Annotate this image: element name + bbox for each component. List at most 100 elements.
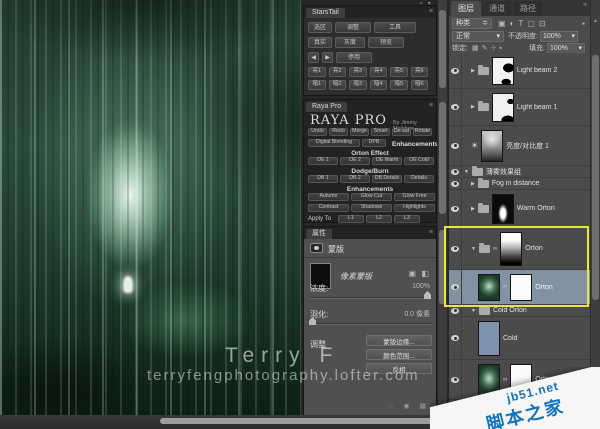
group-mask-thumbnail[interactable]	[491, 92, 514, 122]
lock-pixels-icon[interactable]: ✎	[482, 44, 488, 52]
luminosity-brights-button[interactable]: 亮2	[328, 67, 346, 77]
starstail-button[interactable]: 选区	[308, 22, 332, 33]
density-value[interactable]: 100%	[412, 283, 430, 290]
layers-scrollbar[interactable]: ▲ ▼	[590, 0, 600, 429]
starstail-button[interactable]: ▶	[322, 52, 333, 63]
layer-group-row[interactable]: ▶ Light beam 1	[449, 89, 591, 126]
starstail-button[interactable]: 预览	[368, 37, 404, 48]
lock-position-icon[interactable]: ⊹	[490, 44, 496, 52]
orton-effect-button[interactable]: OE 1	[308, 157, 338, 165]
rayapro-nav-button[interactable]: De-sat	[392, 128, 411, 136]
luminosity-darks-button[interactable]: 暗6	[410, 80, 428, 90]
filter-adjustment-icon[interactable]: ◐	[510, 19, 515, 28]
luminosity-darks-button[interactable]: 暗1	[308, 80, 326, 90]
luminosity-brights-button[interactable]: 亮5	[390, 67, 408, 77]
rayapro-nav-button[interactable]: Merge	[350, 128, 369, 136]
layer-mask-thumbnail[interactable]	[510, 273, 533, 301]
rayapro-nav-button[interactable]: Smart	[371, 128, 390, 136]
scrollbar-thumb[interactable]	[439, 102, 446, 214]
panel-menu-icon[interactable]: ≡	[583, 2, 587, 9]
layer-group-row[interactable]: ▼ 薄雾效果组	[449, 165, 591, 178]
expand-arrow-icon[interactable]: ▼	[471, 308, 476, 314]
starstail-button[interactable]: 真实	[308, 37, 332, 48]
rayapro-mode-button[interactable]: Digital Blending	[308, 139, 360, 147]
visibility-toggle[interactable]	[449, 166, 462, 177]
luminosity-brights-button[interactable]: 亮3	[349, 67, 367, 77]
layer-row[interactable]: ☀ 亮度/对比度 1	[449, 126, 591, 166]
panel-collapse-icons[interactable]: ▪ ▾	[420, 0, 433, 7]
tab-rayapro[interactable]: Raya Pro	[306, 102, 348, 112]
lock-all-icon[interactable]: ▪	[499, 45, 501, 52]
scrollbar-thumb[interactable]	[439, 230, 446, 304]
scrollbar-thumb[interactable]	[439, 10, 446, 88]
tab-starstail[interactable]: StarsTail	[306, 8, 345, 18]
luminosity-brights-button[interactable]: 亮4	[369, 67, 387, 77]
dodge-burn-button[interactable]: DB 2	[340, 175, 370, 183]
rayapro-nav-button[interactable]: Redo	[329, 128, 348, 136]
filter-type-icon[interactable]: T	[518, 19, 523, 28]
apply-to-button[interactable]: L3	[394, 215, 420, 223]
rayapro-nav-button[interactable]: Undo	[308, 128, 327, 136]
visibility-toggle[interactable]	[449, 53, 462, 88]
color-range-button[interactable]: 颜色范围...	[366, 349, 432, 360]
visibility-toggle[interactable]	[449, 305, 462, 316]
luminosity-darks-button[interactable]: 暗5	[390, 80, 408, 90]
panel-menu-icon[interactable]: ≡	[429, 102, 433, 109]
rayapro-mode-button[interactable]: DPB	[362, 139, 386, 147]
layer-row[interactable]: Cold	[449, 317, 591, 360]
group-mask-thumbnail[interactable]	[491, 193, 514, 224]
add-vector-mask-icon[interactable]: ◧	[421, 269, 429, 278]
enhancement-button[interactable]: Glow Cut	[351, 193, 392, 201]
expand-arrow-icon[interactable]: ▶	[471, 206, 475, 212]
visibility-toggle[interactable]	[449, 270, 462, 304]
apply-to-button[interactable]: L1	[338, 215, 364, 223]
filter-toggle-icon[interactable]: ▪	[582, 19, 585, 28]
blend-mode-dropdown[interactable]: 正常 ▾	[452, 30, 504, 42]
tab-图层[interactable]: 图层	[451, 1, 481, 16]
layer-filter-dropdown[interactable]: 种类 ≑	[452, 17, 492, 29]
filter-smart-object-icon[interactable]: ⊡	[539, 19, 546, 28]
layer-group-row[interactable]: ▶ Fog in distance	[449, 177, 591, 190]
luminosity-darks-button[interactable]: 暗3	[349, 80, 367, 90]
expand-arrow-icon[interactable]: ▼	[471, 246, 476, 252]
luminosity-brights-button[interactable]: 亮1	[308, 67, 326, 77]
visibility-toggle[interactable]	[449, 228, 462, 269]
layer-thumbnail[interactable]	[478, 320, 500, 356]
tab-通道[interactable]: 通道	[482, 1, 512, 16]
luminosity-darks-button[interactable]: 暗2	[328, 80, 346, 90]
starstail-button[interactable]: ◀	[308, 52, 319, 63]
starstail-button[interactable]: 停用	[336, 52, 372, 63]
panels-scrollbar[interactable]	[437, 0, 447, 415]
layer-group-row[interactable]: ▶ Warm Orton	[449, 190, 591, 228]
dodge-burn-button[interactable]: Details	[404, 175, 434, 183]
panel-menu-icon[interactable]: ≡	[429, 229, 433, 236]
expand-arrow-icon[interactable]: ▶	[471, 104, 475, 110]
luminosity-brights-button[interactable]: 亮6	[410, 67, 428, 77]
luminosity-darks-button[interactable]: 暗4	[369, 80, 387, 90]
feather-slider[interactable]	[310, 323, 432, 325]
enhancement-button[interactable]: Highlights	[394, 204, 435, 212]
layer-group-row[interactable]: ▼ Cold Orton	[449, 304, 591, 317]
orton-effect-button[interactable]: OE Warm	[372, 157, 402, 165]
tab-路径[interactable]: 路径	[513, 1, 543, 16]
visibility-toggle[interactable]	[449, 317, 462, 359]
layer-group-row[interactable]: ▼ ∞ Orton	[449, 228, 591, 270]
enhancement-button[interactable]: Autumn	[308, 193, 349, 201]
scrollbar-thumb[interactable]	[592, 55, 599, 300]
visibility-toggle[interactable]	[449, 190, 462, 227]
expand-arrow-icon[interactable]: ▶	[471, 181, 475, 187]
apply-to-button[interactable]: L2	[366, 215, 392, 223]
layer-group-row[interactable]: ▶ Light beam 2	[449, 53, 591, 89]
dodge-burn-button[interactable]: DB 1	[308, 175, 338, 183]
enhancement-button[interactable]: Glow Free	[394, 193, 435, 201]
starstail-button[interactable]: 灰度	[335, 37, 365, 48]
orton-effect-button[interactable]: OE Cold	[404, 157, 434, 165]
density-slider[interactable]	[310, 297, 432, 299]
opacity-field[interactable]: 100% ▾	[539, 30, 578, 42]
visibility-toggle[interactable]	[449, 126, 462, 165]
group-mask-thumbnail[interactable]	[491, 56, 514, 85]
lock-transparency-icon[interactable]: ▦	[472, 44, 479, 52]
enhancement-button[interactable]: Contrast	[308, 204, 349, 212]
feather-value[interactable]: 0.0 像素	[404, 309, 430, 319]
scroll-up-icon[interactable]: ▲	[593, 18, 598, 24]
